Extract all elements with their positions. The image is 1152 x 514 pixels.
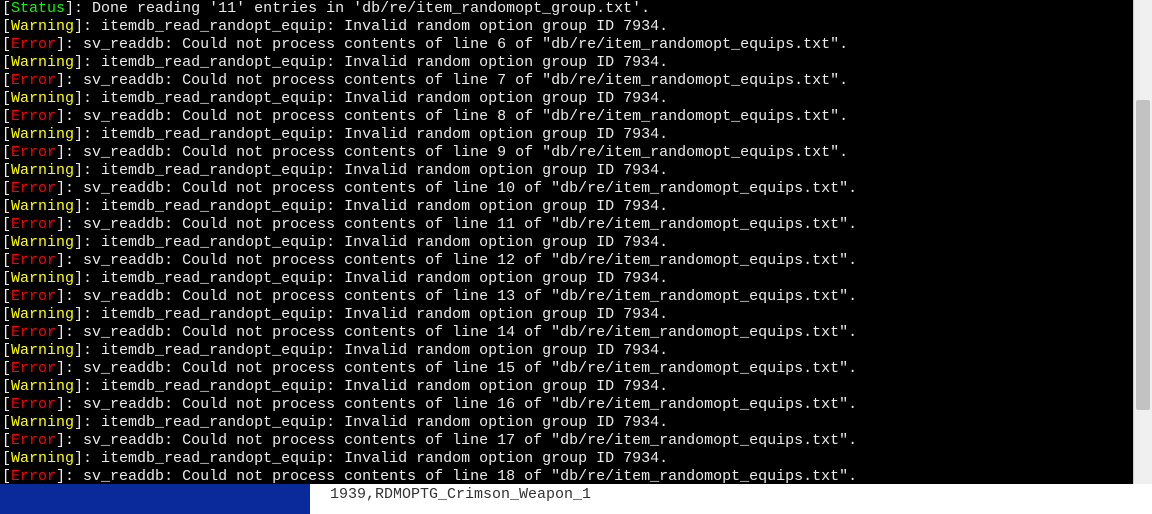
- editor-excerpt: 1939,RDMOPTG_Crimson_Weapon_1: [330, 486, 591, 504]
- scrollbar-vertical[interactable]: [1133, 0, 1152, 484]
- scrollbar-thumb[interactable]: [1136, 100, 1150, 410]
- terminal-output: [Status]: Done reading '11' entries in '…: [0, 0, 1134, 484]
- taskbar-block: [0, 484, 310, 514]
